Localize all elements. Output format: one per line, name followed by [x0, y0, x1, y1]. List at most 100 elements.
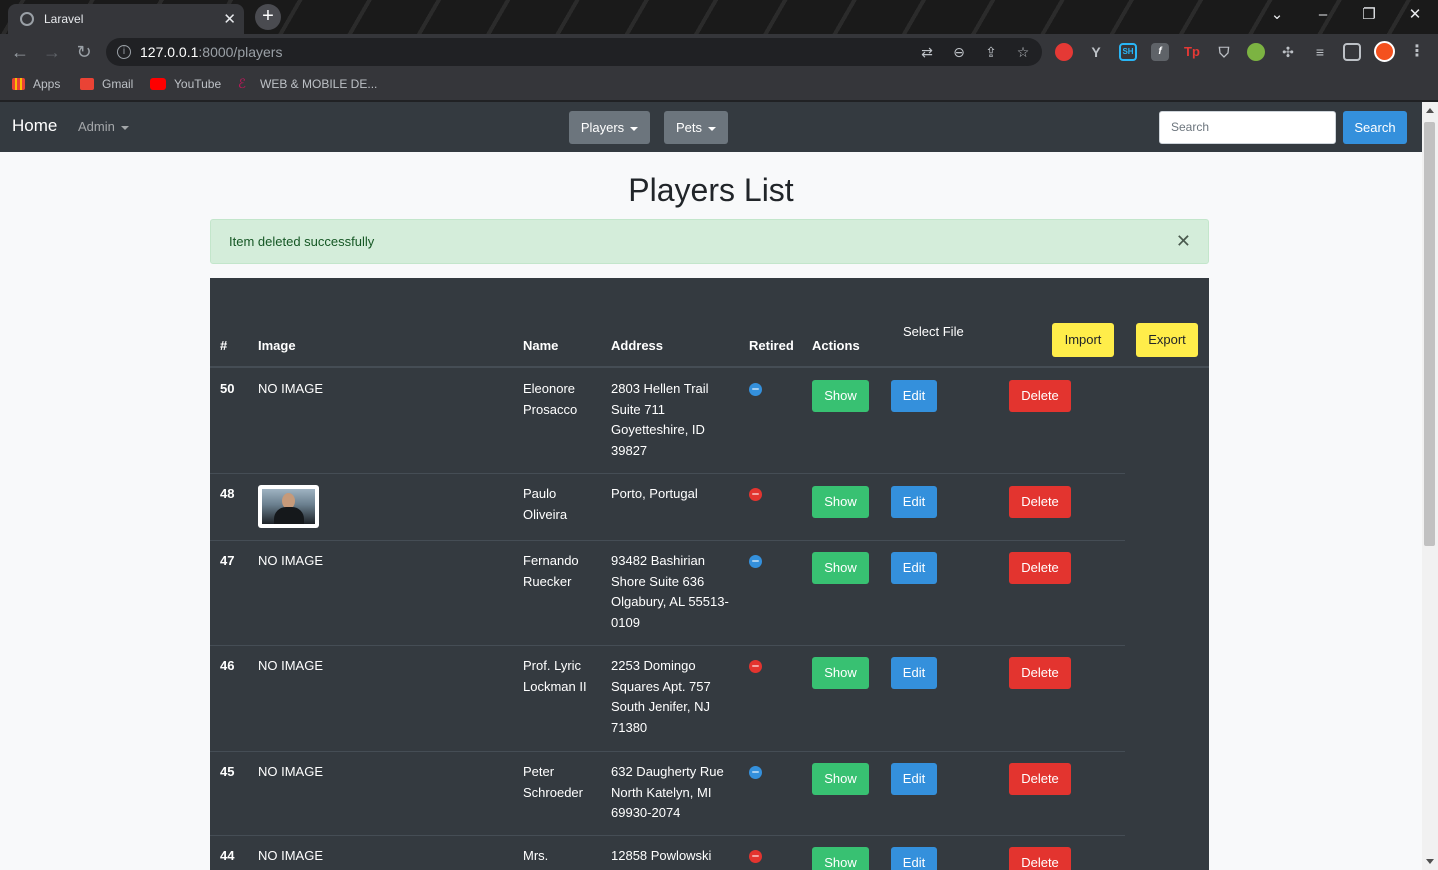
- show-button[interactable]: Show: [812, 552, 869, 584]
- edit-button[interactable]: Edit: [891, 657, 937, 689]
- page-scrollbar[interactable]: [1422, 102, 1438, 870]
- photo-body: [274, 507, 304, 524]
- restore-icon[interactable]: ❐: [1354, 4, 1384, 26]
- extension-sh-icon[interactable]: SH: [1119, 43, 1137, 61]
- edit-button[interactable]: Edit: [891, 763, 937, 795]
- edit-button[interactable]: Edit: [891, 847, 937, 870]
- show-button[interactable]: Show: [812, 657, 869, 689]
- browser-tab[interactable]: Laravel ✕: [8, 4, 244, 34]
- players-label: Players: [580, 120, 625, 135]
- back-icon[interactable]: ←: [8, 40, 32, 64]
- delete-button[interactable]: Delete: [1009, 847, 1071, 870]
- header-actions: Actions: [812, 338, 860, 353]
- forward-icon[interactable]: →: [40, 40, 64, 64]
- row-id: 50: [220, 381, 235, 396]
- alert-close-icon[interactable]: ✕: [1176, 220, 1191, 263]
- row-address: 93482 Bashirian Shore Suite 636 Olgabury…: [611, 553, 729, 630]
- info-icon[interactable]: i: [117, 45, 131, 59]
- pets-label: Pets: [675, 120, 702, 135]
- delete-button[interactable]: Delete: [1009, 552, 1071, 584]
- gmail-icon: [80, 78, 94, 90]
- tab-search-icon[interactable]: ⌄: [1262, 4, 1292, 26]
- side-panel-icon[interactable]: [1343, 43, 1361, 61]
- window-close-icon[interactable]: ✕: [1400, 4, 1430, 26]
- row-image: NO IMAGE: [258, 658, 324, 673]
- extension-green-icon[interactable]: [1247, 43, 1265, 61]
- table-row: 46 NO IMAGE Prof. Lyric Lockman II 2253 …: [210, 646, 1125, 752]
- scroll-down-icon[interactable]: [1426, 859, 1434, 864]
- table-row: 44 NO IMAGE Mrs. 12858 Powlowski Show Ed…: [210, 836, 1125, 870]
- header-image: Image: [258, 338, 296, 353]
- scrollbar-thumb[interactable]: [1424, 122, 1435, 546]
- globe-icon: [20, 12, 34, 26]
- edit-button[interactable]: Edit: [891, 552, 937, 584]
- zoom-icon[interactable]: ⊖: [948, 42, 970, 62]
- row-address: 2253 Domingo Squares Apt. 757 South Jeni…: [611, 658, 711, 735]
- show-button[interactable]: Show: [812, 380, 869, 412]
- select-file-input[interactable]: Select File: [903, 324, 964, 339]
- feather-icon: ℰ: [238, 76, 246, 91]
- delete-button[interactable]: Delete: [1009, 763, 1071, 795]
- bookmark-label: WEB & MOBILE DE...: [260, 77, 378, 91]
- bookmark-web-mobile[interactable]: ℰ WEB & MOBILE DE...: [238, 77, 377, 91]
- admin-dropdown[interactable]: Admin: [78, 119, 129, 134]
- show-button[interactable]: Show: [812, 763, 869, 795]
- retired-no-icon: [749, 555, 762, 568]
- address-bar[interactable]: i 127.0.0.1:8000/players ⇄ ⊖ ⇪ ☆: [106, 38, 1042, 66]
- navbar-brand[interactable]: Home: [12, 116, 57, 136]
- profile-avatar[interactable]: [1374, 41, 1395, 62]
- tab-close-icon[interactable]: ✕: [223, 10, 236, 28]
- show-button[interactable]: Show: [812, 486, 869, 518]
- extension-shield-icon[interactable]: ⛉: [1215, 43, 1233, 61]
- delete-button[interactable]: Delete: [1009, 380, 1071, 412]
- search-input[interactable]: Search: [1159, 111, 1336, 144]
- show-button[interactable]: Show: [812, 847, 869, 870]
- extension-adblock-icon[interactable]: [1055, 43, 1073, 61]
- search-button[interactable]: Search: [1343, 111, 1407, 144]
- bookmark-youtube[interactable]: YouTube: [150, 77, 221, 91]
- extensions-icon[interactable]: ✣: [1279, 43, 1297, 61]
- row-id: 46: [220, 658, 235, 673]
- bookmark-label: YouTube: [174, 77, 222, 91]
- delete-button[interactable]: Delete: [1009, 486, 1071, 518]
- retired-yes-icon: [749, 488, 762, 501]
- url-path: :8000/players: [198, 44, 283, 60]
- retired-no-icon: [749, 383, 762, 396]
- bookmark-apps[interactable]: Apps: [12, 77, 60, 91]
- players-table: # Image Name Address Retired Actions Sel…: [210, 278, 1209, 870]
- row-address: 12858 Powlowski: [611, 848, 712, 863]
- table-row: 50 NO IMAGE Eleonore Prosacco 2803 Helle…: [210, 369, 1125, 474]
- menu-icon[interactable]: ⋮: [1408, 43, 1426, 61]
- media-control-icon[interactable]: ≡: [1311, 43, 1329, 61]
- edit-button[interactable]: Edit: [891, 380, 937, 412]
- row-name: Prof. Lyric Lockman II: [523, 658, 587, 694]
- delete-button[interactable]: Delete: [1009, 657, 1071, 689]
- star-icon[interactable]: ☆: [1012, 42, 1034, 62]
- extension-tp-icon[interactable]: Tp: [1183, 43, 1201, 61]
- retired-yes-icon: [749, 660, 762, 673]
- extension-f-icon[interactable]: f: [1151, 43, 1169, 61]
- pets-dropdown-button[interactable]: Pets: [664, 111, 728, 144]
- row-id: 44: [220, 848, 235, 863]
- row-image: NO IMAGE: [258, 381, 324, 396]
- export-button[interactable]: Export: [1136, 323, 1198, 357]
- translate-icon[interactable]: ⇄: [916, 42, 938, 62]
- new-tab-button[interactable]: +: [255, 4, 281, 30]
- minimize-icon[interactable]: –: [1308, 4, 1338, 26]
- reload-icon[interactable]: ↻: [72, 40, 96, 64]
- edit-button[interactable]: Edit: [891, 486, 937, 518]
- alert-message: Item deleted successfully: [229, 234, 375, 249]
- header-address: Address: [611, 338, 664, 353]
- scroll-up-icon[interactable]: [1426, 108, 1434, 113]
- table-header: # Image Name Address Retired Actions Sel…: [210, 278, 1209, 368]
- retired-yes-icon: [749, 850, 762, 863]
- player-photo: [258, 485, 319, 528]
- bookmark-gmail[interactable]: Gmail: [80, 77, 133, 91]
- row-id: 45: [220, 764, 235, 779]
- players-dropdown-button[interactable]: Players: [569, 111, 650, 144]
- import-button[interactable]: Import: [1052, 323, 1114, 357]
- extension-filter-icon[interactable]: Y: [1087, 43, 1105, 61]
- app-navbar: Home Admin Players Pets Search Search: [0, 102, 1422, 152]
- apps-icon: [12, 78, 25, 90]
- share-icon[interactable]: ⇪: [980, 42, 1002, 62]
